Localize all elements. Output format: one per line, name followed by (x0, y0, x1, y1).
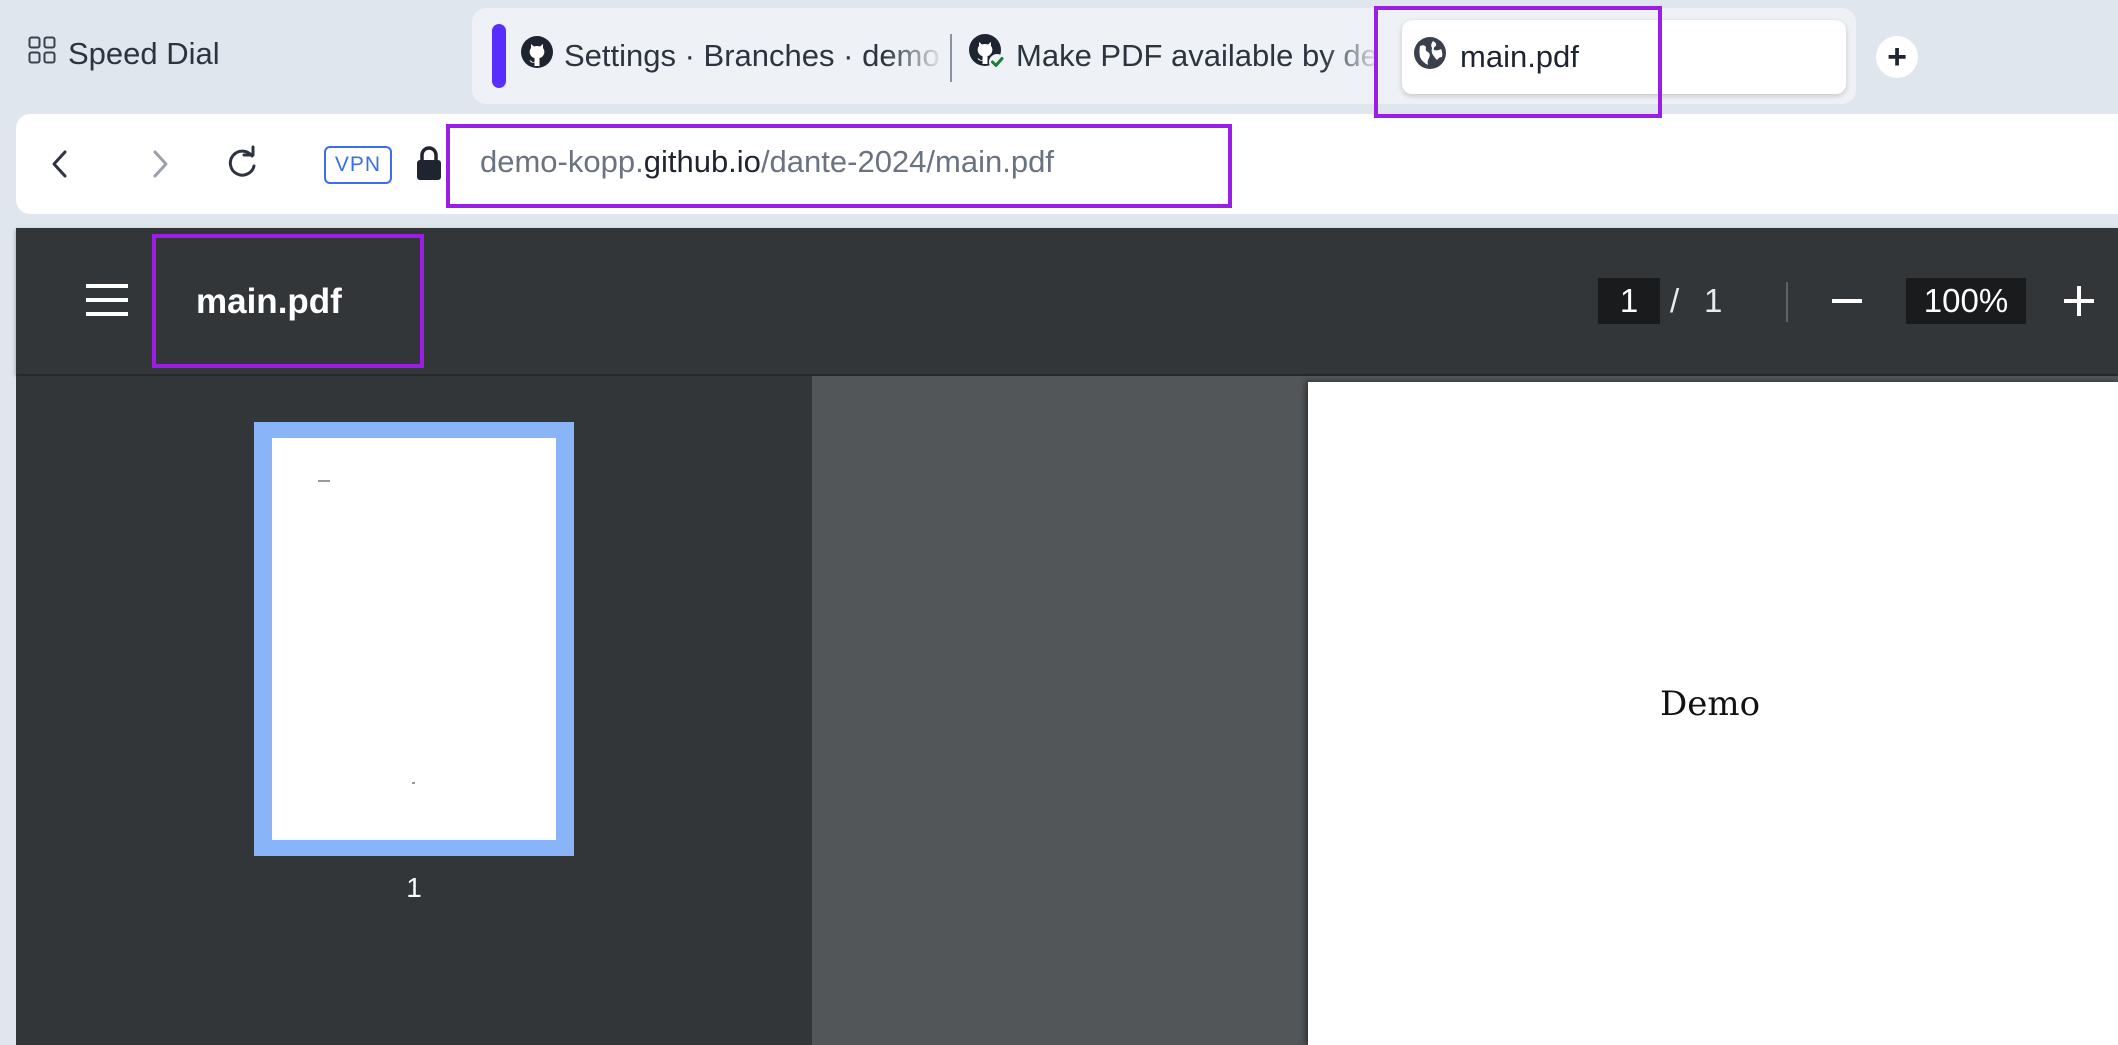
tab-title: Settings · Branches · demo (564, 38, 940, 73)
lock-icon[interactable] (414, 144, 444, 189)
github-check-icon (968, 33, 1006, 79)
tab-settings-branches[interactable]: Settings · Branches · demo (520, 22, 945, 90)
speed-dial-label: Speed Dial (68, 36, 220, 71)
new-tab-button[interactable]: + (1876, 36, 1918, 78)
vpn-badge[interactable]: VPN (324, 146, 392, 184)
tab-separator (950, 34, 952, 82)
hamburger-icon (86, 284, 128, 316)
plus-icon (2064, 286, 2094, 316)
thumbnail-text-mark (318, 480, 330, 482)
reload-icon (228, 145, 256, 177)
chevron-right-icon (153, 150, 168, 178)
thumbnail-page (272, 438, 556, 840)
reload-button[interactable] (220, 142, 264, 186)
zoom-out-button[interactable] (1826, 278, 1868, 324)
github-icon (520, 35, 554, 77)
back-button[interactable] (38, 142, 82, 186)
tab-fade (885, 22, 945, 90)
toolbar-divider (1786, 282, 1788, 322)
speed-dial-grid-icon (28, 36, 56, 72)
forward-button[interactable] (138, 142, 182, 186)
zoom-input[interactable]: 100% (1906, 278, 2026, 324)
thumbnail-label: 1 (406, 872, 422, 903)
page-separator: / (1670, 282, 1680, 319)
highlight-box-url (446, 124, 1232, 208)
chevron-left-icon (52, 150, 67, 178)
minus-icon (1832, 299, 1862, 303)
tab-make-pdf-available[interactable]: Make PDF available by de (968, 22, 1383, 90)
speed-dial-tab[interactable]: Speed Dial (28, 32, 220, 76)
zoom-in-button[interactable] (2056, 278, 2102, 324)
thumbnail-page-number-mark (412, 782, 415, 784)
highlight-box-tab (1374, 6, 1662, 118)
page-text: Demo (1660, 684, 1761, 724)
highlight-box-title (152, 234, 424, 368)
tab-group-marker[interactable] (492, 24, 506, 88)
page-total: 1 (1704, 282, 1723, 319)
page-number-input[interactable]: 1 (1598, 278, 1660, 324)
menu-button[interactable] (84, 280, 130, 320)
